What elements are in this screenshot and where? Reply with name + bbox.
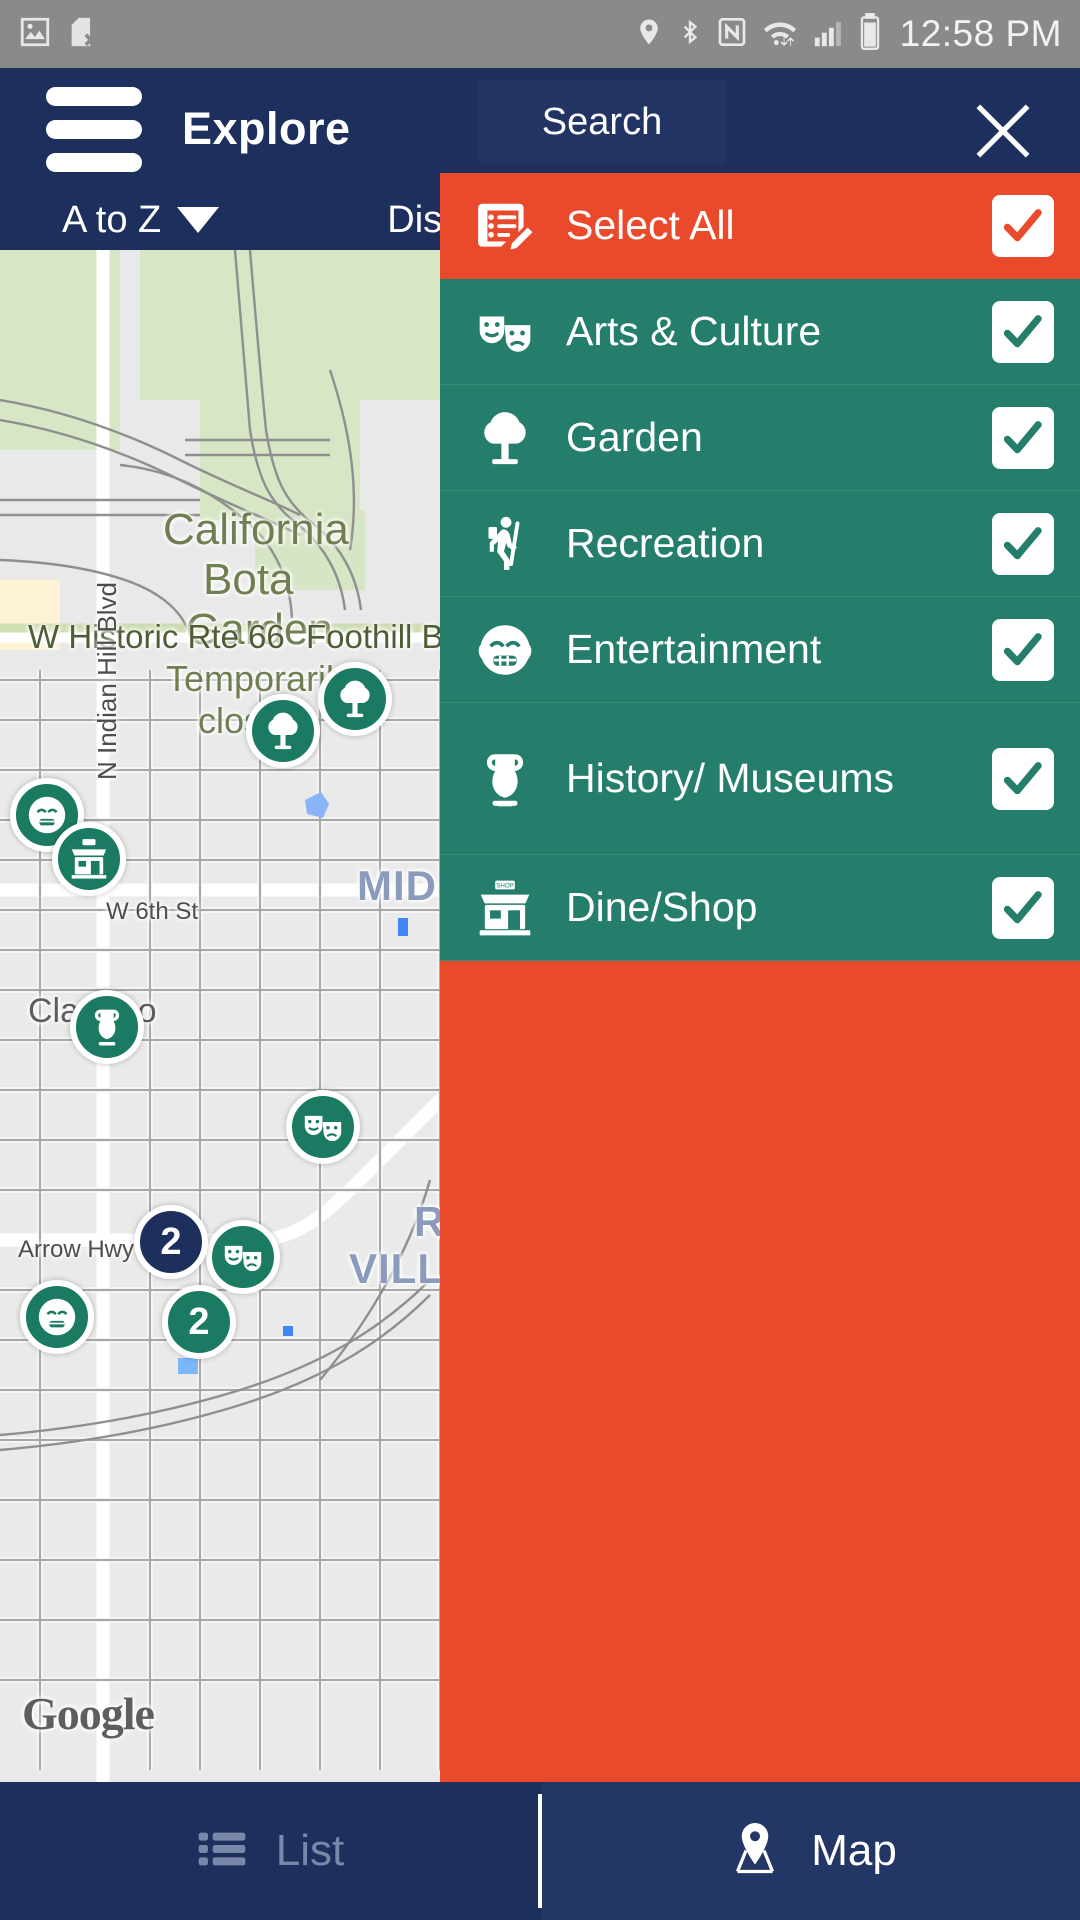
sim-card-off-icon [66, 15, 100, 54]
theater-masks-icon [466, 300, 544, 364]
filter-row-recreation[interactable]: Recreation [440, 491, 1080, 597]
storefront-icon: SHOP [466, 877, 544, 939]
tab-map[interactable]: Map [542, 1782, 1080, 1920]
list-icon [194, 1821, 250, 1882]
checkbox-recreation[interactable] [992, 512, 1054, 575]
checkbox-history-museums[interactable] [992, 747, 1054, 810]
close-icon[interactable] [966, 94, 1040, 168]
filter-row-entertainment[interactable]: Entertainment [440, 597, 1080, 703]
chevron-down-icon [177, 207, 220, 233]
map-marker-garden[interactable] [318, 662, 392, 736]
image-icon [18, 15, 52, 54]
filter-row-select-all[interactable]: Select All [440, 173, 1080, 279]
sort-a-to-z-label: A to Z [62, 198, 162, 241]
filter-label: Garden [566, 413, 703, 460]
map-marker-cluster[interactable]: 2 [162, 1285, 236, 1359]
category-filter-panel: Select All Arts & Culture Garden Recreat… [440, 173, 1080, 1782]
battery-icon [859, 12, 881, 56]
hamburger-icon[interactable] [46, 86, 142, 172]
filter-label: Arts & Culture [566, 307, 822, 354]
svg-text:SHOP: SHOP [496, 882, 514, 889]
google-attribution: Google [22, 1688, 155, 1739]
checkbox-arts-culture[interactable] [992, 300, 1054, 363]
map-marker-garden[interactable] [246, 694, 320, 768]
tree-icon [466, 407, 544, 469]
app-root: 12:58 PM Explore Search A to Z Distance [0, 0, 1080, 1920]
filter-label: Dine/Shop [566, 883, 758, 930]
amphora-icon [466, 748, 544, 810]
filter-row-garden[interactable]: Garden [440, 385, 1080, 491]
checkbox-dine-shop[interactable] [992, 876, 1054, 939]
map-marker-cluster[interactable]: 2 [134, 1205, 208, 1279]
checkbox-entertainment[interactable] [992, 618, 1054, 681]
filter-label: Recreation [566, 519, 765, 566]
filter-label: Select All [566, 202, 735, 249]
list-edit-icon [466, 195, 544, 257]
filter-label: Entertainment [566, 625, 822, 672]
filter-label: History/ Museums [566, 754, 895, 801]
bottom-navigation: List Map [0, 1782, 1080, 1920]
filter-row-dine-shop[interactable]: SHOP Dine/Shop [440, 855, 1080, 961]
nfc-icon [716, 14, 748, 55]
app-bar: Explore Search [0, 68, 1080, 190]
smiling-face-icon [466, 618, 544, 682]
status-bar-right-icons: 12:58 PM [634, 12, 1062, 56]
map-marker-dine-shop[interactable] [52, 822, 126, 896]
filter-row-history-museums[interactable]: History/ Museums [440, 703, 1080, 855]
status-bar-clock: 12:58 PM [899, 13, 1062, 54]
map-marker-arts[interactable] [206, 1220, 280, 1294]
status-bar: 12:58 PM [0, 0, 1080, 68]
map-marker-entertainment[interactable] [20, 1280, 94, 1354]
checkbox-garden[interactable] [992, 406, 1054, 469]
wifi-icon [761, 15, 799, 54]
status-bar-left-icons [18, 15, 100, 54]
bluetooth-icon [677, 13, 703, 56]
signal-icon [812, 15, 846, 54]
map-marker-arts[interactable] [286, 1090, 360, 1164]
sort-a-to-z[interactable]: A to Z [62, 198, 220, 242]
checkbox-select-all[interactable] [992, 195, 1054, 257]
page-title: Explore [182, 103, 351, 154]
tab-list-label: List [275, 1826, 345, 1875]
filter-row-arts-culture[interactable]: Arts & Culture [440, 279, 1080, 385]
hiker-icon [466, 513, 544, 575]
tab-list[interactable]: List [0, 1782, 538, 1920]
location-icon [634, 13, 664, 56]
map-marker-history[interactable] [70, 990, 144, 1064]
tab-map-label: Map [811, 1826, 897, 1875]
map-pin-icon [725, 1819, 785, 1884]
search-button[interactable]: Search [477, 80, 727, 164]
